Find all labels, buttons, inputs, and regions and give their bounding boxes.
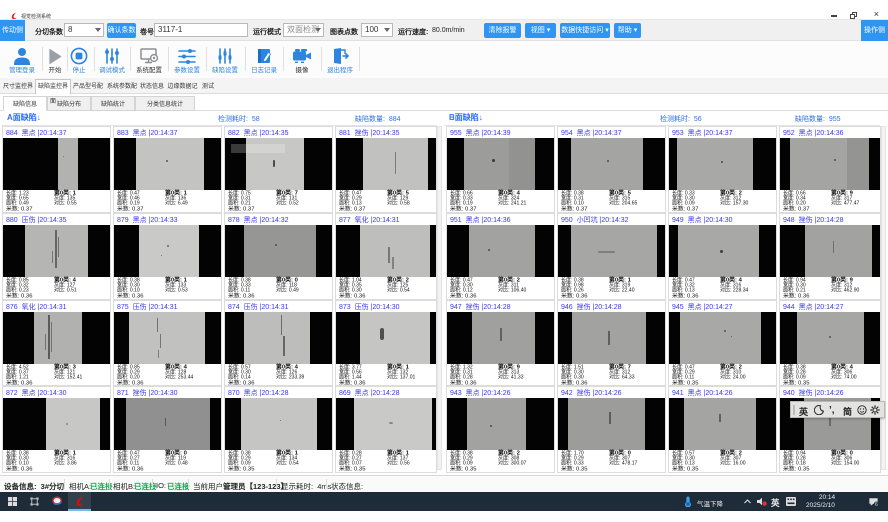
svg-text:6: 6: [875, 502, 878, 507]
